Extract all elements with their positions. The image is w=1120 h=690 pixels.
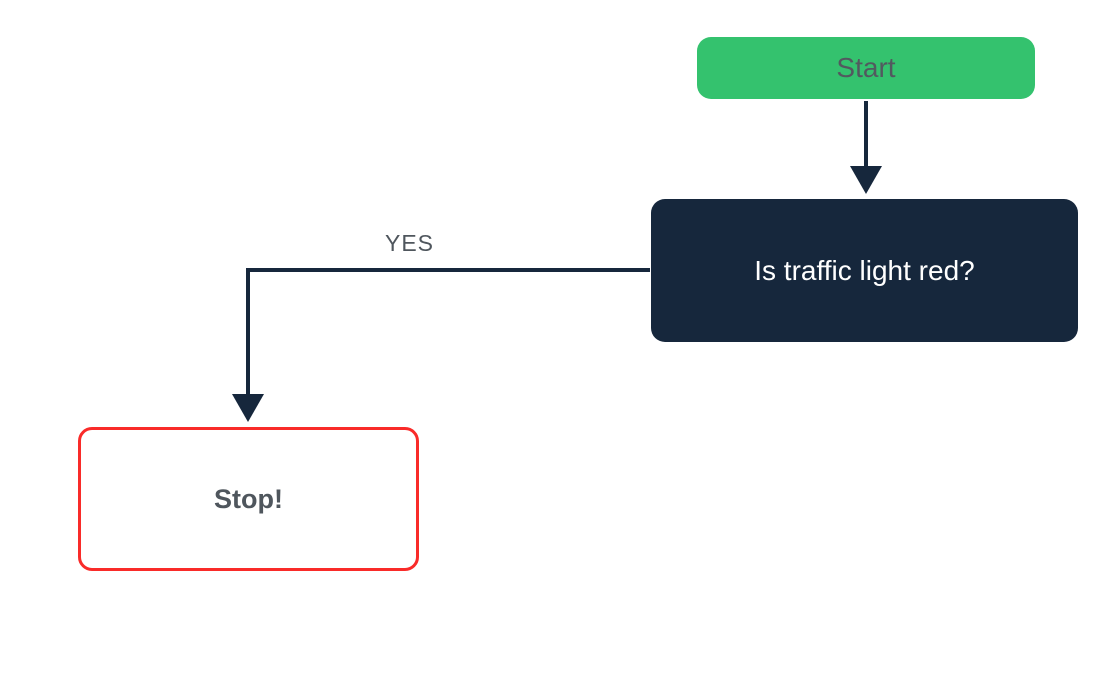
decision-label: Is traffic light red? xyxy=(754,255,974,287)
start-node: Start xyxy=(697,37,1035,99)
edge-label-yes: YES xyxy=(385,230,434,257)
stop-node: Stop! xyxy=(78,427,419,571)
flowchart-edges xyxy=(0,0,1120,690)
edge-decision-stop-yes xyxy=(248,270,650,414)
flowchart-canvas: Start Is traffic light red? Stop! YES xyxy=(0,0,1120,690)
decision-node: Is traffic light red? xyxy=(651,199,1078,342)
start-label: Start xyxy=(836,52,895,84)
stop-label: Stop! xyxy=(214,484,283,515)
